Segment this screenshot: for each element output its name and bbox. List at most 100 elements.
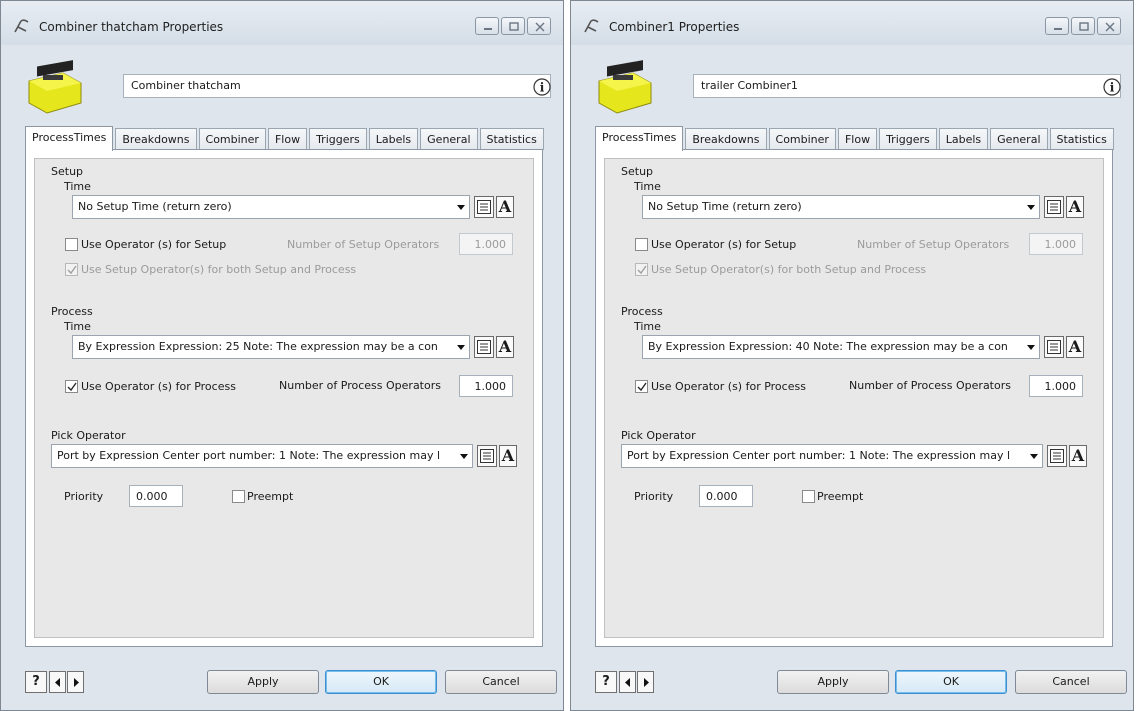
close-button[interactable] [527, 17, 551, 35]
object-header: trailer Combiner1 i [571, 45, 1133, 125]
setup-time-value: No Setup Time (return zero) [78, 200, 232, 213]
help-button[interactable]: ? [25, 671, 47, 693]
minimize-button[interactable] [1045, 17, 1069, 35]
tab-triggers[interactable]: Triggers [309, 128, 367, 150]
close-icon [1105, 22, 1115, 32]
setup-template-button[interactable]: A [1066, 196, 1084, 218]
priority-field[interactable]: 0.000 [129, 485, 183, 507]
tab-combiner[interactable]: Combiner [768, 128, 836, 150]
setup-both-checkbox[interactable] [65, 263, 78, 276]
pick-operator-code-edit-button[interactable] [1047, 445, 1067, 467]
object-name-input[interactable]: Combiner thatcham [123, 74, 551, 98]
prev-button[interactable] [619, 671, 636, 693]
tab-processtimes[interactable]: ProcessTimes [595, 126, 684, 151]
tab-labels[interactable]: Labels [368, 128, 419, 150]
code-edit-icon [1047, 340, 1061, 354]
tab-labels[interactable]: Labels [938, 128, 989, 150]
prev-arrow-icon [55, 678, 60, 687]
object-name-input[interactable]: trailer Combiner1 [693, 74, 1121, 98]
ok-button[interactable]: OK [325, 670, 437, 694]
chevron-down-icon [1027, 205, 1035, 210]
setup-use-operator-checkbox[interactable] [635, 238, 648, 251]
tab-breakdowns[interactable]: Breakdowns [115, 128, 197, 150]
pick-operator-dropdown[interactable]: Port by Expression Center port number: 1… [51, 444, 473, 468]
minimize-button[interactable] [475, 17, 499, 35]
setup-num-operators-field[interactable]: 1.000 [459, 233, 513, 255]
setup-code-edit-button[interactable] [474, 196, 494, 218]
title-bar[interactable]: Combiner thatcham Properties [1, 1, 563, 45]
tab-combiner[interactable]: Combiner [198, 128, 266, 150]
cancel-button[interactable]: Cancel [445, 670, 557, 694]
priority-field[interactable]: 0.000 [699, 485, 753, 507]
close-button[interactable] [1097, 17, 1121, 35]
tab-flow[interactable]: Flow [837, 128, 878, 150]
text-template-icon: A [1071, 446, 1085, 465]
setup-both-checkbox[interactable] [635, 263, 648, 276]
next-button[interactable] [637, 671, 654, 693]
tab-triggers[interactable]: Triggers [879, 128, 937, 150]
preempt-checkbox[interactable] [802, 490, 815, 503]
processtimes-content: Setup Time No Setup Time (return zero) A… [34, 158, 534, 638]
process-template-button[interactable]: A [496, 336, 514, 358]
cancel-button[interactable]: Cancel [1015, 670, 1127, 694]
properties-window-left: Combiner thatcham Properties Combiner th… [0, 0, 564, 711]
info-icon[interactable]: i [533, 78, 551, 96]
process-template-button[interactable]: A [1066, 336, 1084, 358]
pick-operator-template-button[interactable]: A [1069, 445, 1087, 467]
tab-general[interactable]: General [990, 128, 1048, 150]
preempt-checkbox[interactable] [232, 490, 245, 503]
setup-code-edit-button[interactable] [1044, 196, 1064, 218]
maximize-icon [509, 22, 519, 31]
tab-flow[interactable]: Flow [267, 128, 308, 150]
minimize-icon [1054, 28, 1062, 30]
process-code-edit-button[interactable] [474, 336, 494, 358]
tab-statistics[interactable]: Statistics [479, 128, 544, 150]
dialog-footer: ? Apply OK Cancel [571, 661, 1133, 701]
pick-operator-template-button[interactable]: A [499, 445, 517, 467]
chevron-down-icon [457, 345, 465, 350]
setup-use-operator-label: Use Operator (s) for Setup [651, 238, 797, 251]
checkmark-icon [67, 265, 77, 275]
priority-label: Priority [64, 490, 104, 503]
preempt-label: Preempt [817, 490, 864, 503]
pick-operator-code-edit-button[interactable] [477, 445, 497, 467]
apply-button[interactable]: Apply [777, 670, 889, 694]
dialog-footer: ? Apply OK Cancel [1, 661, 563, 701]
setup-num-operators-field[interactable]: 1.000 [1029, 233, 1083, 255]
maximize-button[interactable] [1071, 17, 1095, 35]
process-time-dropdown[interactable]: By Expression Expression: 25 Note: The e… [72, 335, 470, 359]
help-button[interactable]: ? [595, 671, 617, 693]
tab-processtimes[interactable]: ProcessTimes [25, 126, 114, 151]
process-num-operators-field[interactable]: 1.000 [459, 375, 513, 397]
maximize-button[interactable] [501, 17, 525, 35]
title-bar[interactable]: Combiner1 Properties [571, 1, 1133, 45]
setup-time-dropdown[interactable]: No Setup Time (return zero) [72, 195, 470, 219]
next-button[interactable] [67, 671, 84, 693]
tab-statistics[interactable]: Statistics [1049, 128, 1114, 150]
setup-section-label: Setup [51, 165, 84, 178]
process-use-operator-checkbox[interactable] [65, 380, 78, 393]
text-template-icon: A [1068, 197, 1082, 216]
setup-time-dropdown[interactable]: No Setup Time (return zero) [642, 195, 1040, 219]
priority-label: Priority [634, 490, 674, 503]
setup-template-button[interactable]: A [496, 196, 514, 218]
process-time-dropdown[interactable]: By Expression Expression: 40 Note: The e… [642, 335, 1040, 359]
svg-text:i: i [540, 81, 545, 95]
apply-button[interactable]: Apply [207, 670, 319, 694]
info-icon[interactable]: i [1103, 78, 1121, 96]
combiner-object-icon [28, 60, 82, 114]
setup-time-value: No Setup Time (return zero) [648, 200, 802, 213]
tab-strip: ProcessTimes Breakdowns Combiner Flow Tr… [595, 126, 1116, 151]
ok-button[interactable]: OK [895, 670, 1007, 694]
tab-breakdowns[interactable]: Breakdowns [685, 128, 767, 150]
process-use-operator-checkbox[interactable] [635, 380, 648, 393]
pick-operator-dropdown[interactable]: Port by Expression Center port number: 1… [621, 444, 1043, 468]
prev-button[interactable] [49, 671, 66, 693]
setup-both-label: Use Setup Operator(s) for both Setup and… [651, 263, 927, 276]
setup-use-operator-checkbox[interactable] [65, 238, 78, 251]
setup-time-label: Time [634, 180, 661, 193]
pick-operator-label: Pick Operator [621, 429, 696, 442]
process-num-operators-field[interactable]: 1.000 [1029, 375, 1083, 397]
process-code-edit-button[interactable] [1044, 336, 1064, 358]
tab-general[interactable]: General [420, 128, 478, 150]
